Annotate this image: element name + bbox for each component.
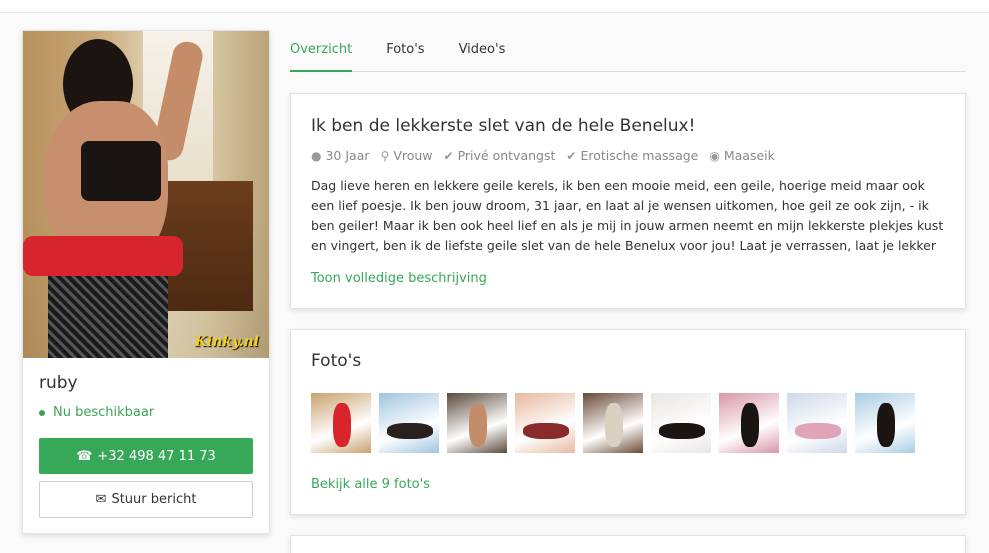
profile-name: ruby [39, 373, 78, 393]
send-message-button[interactable]: ✉ Stuur bericht [39, 481, 253, 518]
show-full-description-link[interactable]: Toon volledige beschrijving [311, 271, 487, 286]
check-icon: ✔ [443, 148, 454, 163]
photo-thumbnail[interactable] [447, 393, 507, 453]
next-card [290, 535, 966, 553]
profile-card: Kinky.nl ruby Nu beschikbaar ☎ +32 498 4… [22, 30, 270, 534]
thumbnail-figure [333, 403, 351, 447]
photo-thumbnail[interactable] [311, 393, 371, 453]
photos-card: Foto's Bekijk alle 9 foto's [290, 329, 966, 515]
meta-private-reception: ✔ Privé ontvangst [444, 148, 556, 163]
thumbnail-figure [795, 423, 841, 439]
thumbnail-figure [387, 423, 433, 439]
profile-photo[interactable]: Kinky.nl [23, 31, 269, 358]
thumbnail-figure [523, 423, 569, 439]
tab-overzicht[interactable]: Overzicht [290, 30, 353, 72]
photo-stocking-band [23, 236, 183, 276]
photo-thumbnails [311, 393, 923, 453]
status-label: Nu beschikbaar [53, 405, 155, 420]
meta-gender: ⚲ Vrouw [381, 148, 433, 163]
meta-location: ◉ Maaseik [709, 148, 775, 163]
availability-status: Nu beschikbaar [39, 405, 154, 420]
map-pin-icon: ⚲ [380, 148, 390, 163]
thumbnail-figure [741, 403, 759, 447]
user-icon: ● [311, 148, 322, 163]
meta-massage-label: Erotische massage [580, 148, 699, 163]
meta-age-label: 30 Jaar [325, 148, 370, 163]
view-all-photos-link[interactable]: Bekijk alle 9 foto's [311, 477, 430, 492]
thumbnail-figure [659, 423, 705, 439]
call-button-label: +32 498 47 11 73 [97, 448, 216, 464]
top-navbar [0, 0, 989, 13]
send-message-label: Stuur bericht [111, 492, 197, 507]
meta-private-label: Privé ontvangst [457, 148, 556, 163]
photo-thumbnail[interactable] [379, 393, 439, 453]
thumbnail-figure [877, 403, 895, 447]
check-icon: ✔ [566, 148, 577, 163]
photo-thumbnail[interactable] [515, 393, 575, 453]
thumbnail-figure [605, 403, 623, 447]
phone-icon: ☎ [76, 448, 93, 464]
envelope-icon: ✉ [95, 492, 107, 507]
profile-tabs: Overzicht Foto's Video's [290, 30, 966, 72]
tab-fotos[interactable]: Foto's [386, 30, 424, 72]
meta-location-label: Maaseik [723, 148, 775, 163]
photo-top [81, 141, 161, 201]
photo-thumbnail[interactable] [855, 393, 915, 453]
tab-videos[interactable]: Video's [459, 30, 506, 72]
location-marker-icon: ◉ [709, 148, 720, 163]
meta-gender-label: Vrouw [393, 148, 433, 163]
meta-age: ● 30 Jaar [311, 148, 370, 163]
meta-massage: ✔ Erotische massage [566, 148, 698, 163]
photo-thumbnail[interactable] [719, 393, 779, 453]
photo-thumbnail[interactable] [787, 393, 847, 453]
thumbnail-figure [469, 403, 487, 447]
profile-meta: ● 30 Jaar ⚲ Vrouw ✔ Privé ontvangst ✔ Er… [311, 148, 786, 163]
description-title: Ik ben de lekkerste slet van de hele Ben… [311, 116, 696, 136]
description-text: Dag lieve heren en lekkere geile kerels,… [311, 178, 944, 253]
photos-title: Foto's [311, 351, 362, 371]
call-button[interactable]: ☎ +32 498 47 11 73 [39, 438, 253, 474]
status-dot-icon [39, 409, 45, 416]
photo-thumbnail[interactable] [651, 393, 711, 453]
description-card: Ik ben de lekkerste slet van de hele Ben… [290, 93, 966, 309]
photo-thumbnail[interactable] [583, 393, 643, 453]
photo-watermark: Kinky.nl [194, 334, 259, 350]
